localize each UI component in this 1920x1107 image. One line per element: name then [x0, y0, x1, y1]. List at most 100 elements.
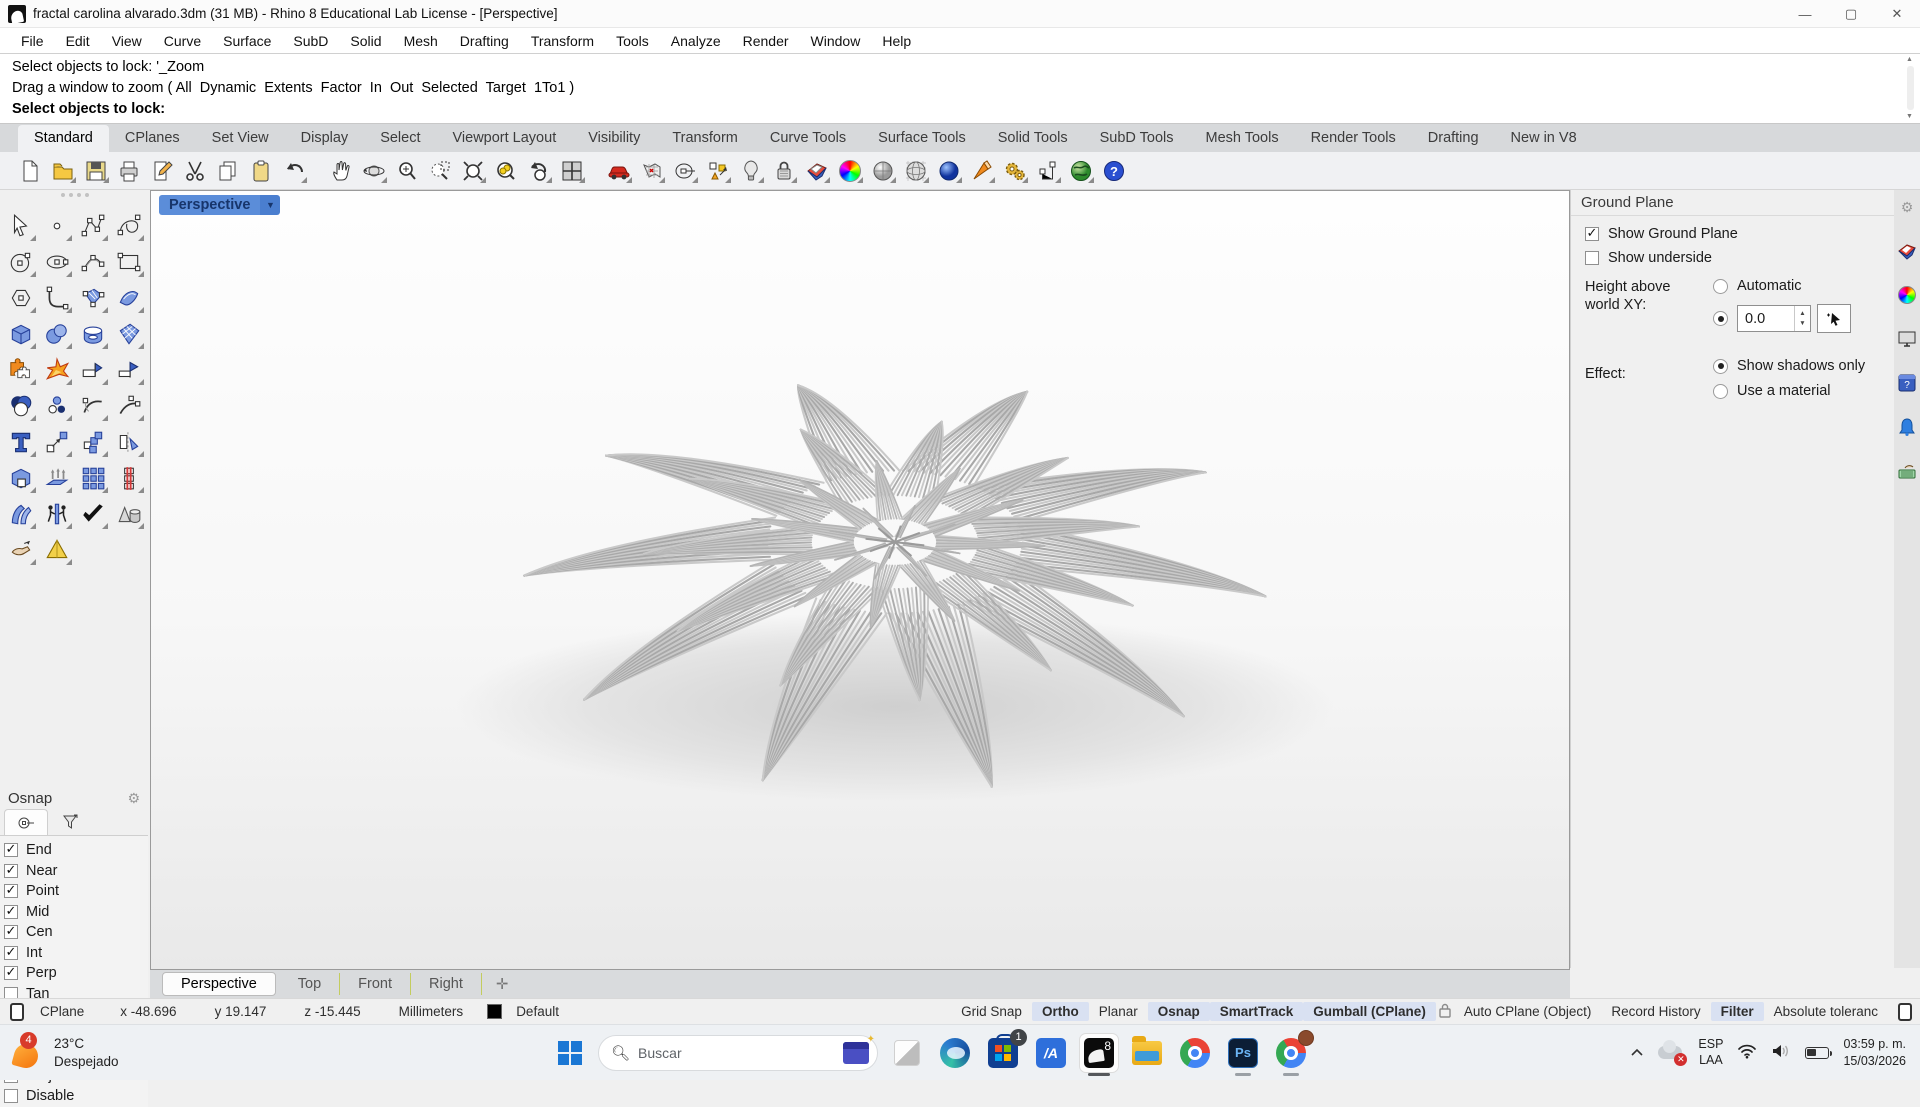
radio[interactable]: [1713, 384, 1728, 399]
cplane-indicator[interactable]: CPlane: [30, 1002, 94, 1021]
paste-icon[interactable]: [247, 157, 274, 184]
osnap-option-end[interactable]: End: [4, 840, 148, 861]
pane-toggle-icon[interactable]: [10, 1003, 24, 1021]
toolbar-tab-display[interactable]: Display: [285, 125, 365, 152]
menu-tools[interactable]: Tools: [605, 30, 660, 52]
explode-icon[interactable]: [39, 352, 75, 388]
checkbox[interactable]: [4, 905, 18, 919]
rectangular-array-icon[interactable]: [75, 460, 111, 496]
checkbox[interactable]: [4, 884, 18, 898]
rotate-view-icon[interactable]: [360, 157, 387, 184]
constraints-figures-icon[interactable]: [39, 496, 75, 532]
toggle-planar[interactable]: Planar: [1089, 1002, 1148, 1021]
light-bulb-icon[interactable]: [737, 157, 764, 184]
options-gears-icon[interactable]: [1001, 157, 1028, 184]
radio[interactable]: [1713, 279, 1728, 294]
move-icon[interactable]: [39, 424, 75, 460]
viewport-tab-front[interactable]: Front: [340, 973, 411, 995]
illustrator-like-app-button[interactable]: /A: [1032, 1034, 1070, 1072]
toolbar-tab-select[interactable]: Select: [364, 125, 436, 152]
select-objects-icon[interactable]: [704, 157, 731, 184]
polygon-icon[interactable]: [3, 280, 39, 316]
scroll-down-icon[interactable]: ▼: [1903, 111, 1916, 122]
effect-material-option[interactable]: Use a material: [1713, 383, 1888, 399]
pan-view-icon[interactable]: [327, 157, 354, 184]
undo-icon[interactable]: [280, 157, 307, 184]
command-area[interactable]: Select objects to lock: '_Zoom Drag a wi…: [0, 53, 1920, 124]
viewport-title[interactable]: Perspective ▼: [159, 195, 280, 215]
single-point-icon[interactable]: [39, 208, 75, 244]
point-group-icon[interactable]: [39, 388, 75, 424]
command-prompt[interactable]: Select objects to lock:: [12, 99, 1920, 120]
trim-icon[interactable]: [75, 352, 111, 388]
cplane-icon[interactable]: [671, 157, 698, 184]
osnap-tab-filter[interactable]: [48, 809, 92, 835]
toolbar-tab-render-tools[interactable]: Render Tools: [1295, 125, 1412, 152]
toolbar-tab-drafting[interactable]: Drafting: [1412, 125, 1495, 152]
layers-icon[interactable]: [803, 157, 830, 184]
toolbar-tab-mesh-tools[interactable]: Mesh Tools: [1190, 125, 1295, 152]
battery-icon[interactable]: [1805, 1047, 1829, 1059]
extrude-surface-icon[interactable]: [39, 460, 75, 496]
ellipse-icon[interactable]: [39, 244, 75, 280]
weather-widget[interactable]: 4 23°C Despejado: [0, 1035, 300, 1070]
solid-union-icon[interactable]: [3, 460, 39, 496]
menu-curve[interactable]: Curve: [153, 30, 212, 52]
earth-geolocation-icon[interactable]: [1067, 157, 1094, 184]
menu-transform[interactable]: Transform: [520, 30, 605, 52]
toggle-gumball[interactable]: Gumball (CPlane): [1303, 1002, 1436, 1021]
perspective-viewport[interactable]: Perspective ▼: [150, 190, 1570, 970]
close-button[interactable]: ✕: [1874, 0, 1920, 28]
layer-color-swatch[interactable]: [487, 1004, 502, 1019]
toggle-smarttrack[interactable]: SmartTrack: [1210, 1002, 1304, 1021]
height-automatic-option[interactable]: Automatic: [1713, 278, 1888, 294]
menu-render[interactable]: Render: [732, 30, 800, 52]
toggle-filter[interactable]: Filter: [1711, 1002, 1764, 1021]
toolbar-tab-set-view[interactable]: Set View: [196, 125, 285, 152]
monitor-panel-icon[interactable]: [1896, 328, 1918, 350]
spheres-icon[interactable]: [39, 316, 75, 352]
paint-cone-icon[interactable]: [968, 157, 995, 184]
check-selection-icon[interactable]: [75, 496, 111, 532]
scroll-up-icon[interactable]: ▲: [1903, 54, 1916, 65]
copy-objects-icon[interactable]: [75, 424, 111, 460]
menu-window[interactable]: Window: [800, 30, 872, 52]
osnap-option-cen[interactable]: Cen: [4, 922, 148, 943]
color-wheel-icon[interactable]: [836, 157, 863, 184]
chrome-profile-button[interactable]: [1272, 1034, 1310, 1072]
zoom-window-icon[interactable]: [426, 157, 453, 184]
height-value-input[interactable]: 0.0 ▲▼: [1737, 305, 1811, 332]
checkbox[interactable]: [4, 946, 18, 960]
clock[interactable]: 03:59 p. m. 15/03/2026: [1843, 1036, 1906, 1070]
display-panel-icon[interactable]: [1896, 284, 1918, 306]
toggle-auto-cplane[interactable]: Auto CPlane (Object): [1454, 1002, 1602, 1021]
box-icon[interactable]: [3, 316, 39, 352]
toolbar-tab-subd-tools[interactable]: SubD Tools: [1084, 125, 1190, 152]
pick-height-button[interactable]: [1817, 304, 1851, 333]
checkbox[interactable]: [1585, 251, 1599, 265]
free-form-curve-icon[interactable]: [111, 208, 147, 244]
tray-expand-chevron-icon[interactable]: [1630, 1045, 1644, 1060]
chrome-button[interactable]: [1176, 1034, 1214, 1072]
height-manual-option[interactable]: 0.0 ▲▼: [1713, 304, 1888, 333]
microsoft-store-button[interactable]: 1: [984, 1034, 1022, 1072]
command-scrollbar[interactable]: ▲ ▼: [1903, 54, 1918, 122]
shaded-sphere-icon[interactable]: [869, 157, 896, 184]
zoom-dynamic-icon[interactable]: [393, 157, 420, 184]
maximize-button[interactable]: ▢: [1828, 0, 1874, 28]
toolbar-tab-standard[interactable]: Standard: [18, 125, 109, 152]
task-view-button[interactable]: [888, 1034, 926, 1072]
text-icon[interactable]: [3, 424, 39, 460]
menu-subd[interactable]: SubD: [282, 30, 339, 52]
fillet-curves-icon[interactable]: [75, 388, 111, 424]
cut-icon[interactable]: [181, 157, 208, 184]
osnap-tab-snaps[interactable]: [4, 809, 48, 835]
current-layer[interactable]: Default: [506, 1002, 569, 1021]
menu-file[interactable]: File: [10, 30, 55, 52]
minimize-button[interactable]: —: [1782, 0, 1828, 28]
viewport-layout-icon[interactable]: [558, 157, 585, 184]
osnap-option-perp[interactable]: Perp: [4, 963, 148, 984]
toggle-record-history[interactable]: Record History: [1601, 1002, 1710, 1021]
toggle-grid-snap[interactable]: Grid Snap: [951, 1002, 1032, 1021]
toolbar-tab-visibility[interactable]: Visibility: [572, 125, 656, 152]
